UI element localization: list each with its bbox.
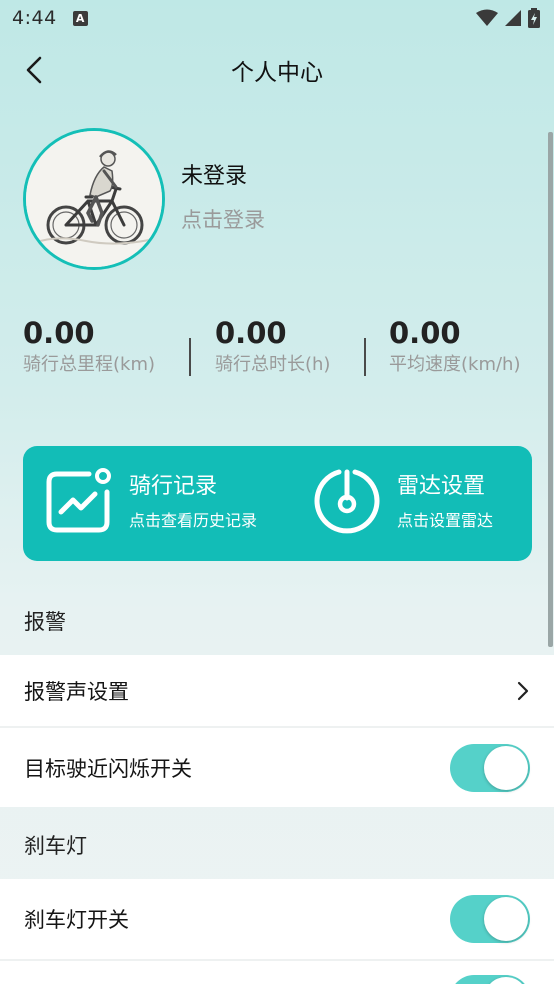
notification-icon: A [72,10,88,26]
status-left: 4:44 A [12,7,88,29]
stat-value: 0.00 [23,316,95,350]
toggle-knob [484,897,528,941]
stat-label: 平均速度(km/h) [389,354,521,375]
login-link[interactable]: 点击登录 [181,204,265,234]
flash-switch-label: 目标驶近闪烁开关 [24,756,192,781]
stat-divider [364,338,366,376]
stat-value: 0.00 [215,316,287,350]
section-title-brake-light: 刹车灯 [24,834,87,858]
scrollbar[interactable] [548,132,553,647]
radar-settings-subtitle: 点击设置雷达 [397,511,494,530]
brake-light-switch-label: 刹车灯开关 [24,908,129,932]
top-app-bar: 个人中心 [0,36,554,104]
status-bar: 4:44 A [0,0,554,36]
wifi-icon [476,9,498,26]
alarm-sound-setting[interactable]: 报警声设置 [0,655,554,726]
quick-actions-card: 骑行记录 点击查看历史记录 雷达设置 点击设置雷达 [23,446,532,561]
profile-section: 未登录 点击登录 [23,128,265,270]
flash-switch-toggle[interactable] [450,743,530,792]
brake-light-switch-toggle[interactable] [450,895,530,943]
avatar[interactable] [23,128,165,270]
stat-divider [189,338,191,376]
status-icons [476,8,540,28]
stat-label: 骑行总里程(km) [23,354,156,375]
cyclist-illustration [26,131,162,267]
back-button[interactable] [14,50,54,90]
toggle-knob [484,745,528,790]
ride-stats: 0.00 骑行总里程(km) 0.00 骑行总时长(h) 0.00 平均速度(k… [23,316,533,406]
alarm-sound-label: 报警声设置 [24,679,129,704]
page-title: 个人中心 [231,60,323,86]
section-title-alarm: 报警 [24,610,66,634]
status-time: 4:44 [12,7,57,29]
radar-settings-button[interactable]: 雷达设置 点击设置雷达 [311,466,493,538]
ride-record-subtitle: 点击查看历史记录 [129,511,258,530]
radar-settings-text: 雷达设置 点击设置雷达 [397,472,493,532]
ride-record-text: 骑行记录 点击查看历史记录 [129,472,257,532]
stat-average-speed: 0.00 平均速度(km/h) [389,316,529,375]
toggle-knob [484,977,528,984]
stat-label: 骑行总时长(h) [215,354,331,375]
battery-icon [528,8,540,28]
chart-icon [43,466,115,538]
flash-switch-setting: 目标驶近闪烁开关 [0,728,554,807]
stat-total-duration: 0.00 骑行总时长(h) [215,316,335,375]
ride-record-title: 骑行记录 [129,474,218,499]
next-setting-toggle[interactable] [450,975,530,984]
chevron-left-icon [26,56,42,84]
radar-icon [311,466,383,538]
radar-settings-title: 雷达设置 [397,474,486,499]
profile-text: 未登录 点击登录 [181,158,265,234]
chevron-right-icon [517,681,529,700]
stat-total-distance: 0.00 骑行总里程(km) [23,316,158,375]
username: 未登录 [181,164,248,189]
ride-record-button[interactable]: 骑行记录 点击查看历史记录 [43,466,257,538]
stat-value: 0.00 [389,316,461,350]
brake-light-switch-setting: 刹车灯开关 [0,879,554,959]
signal-icon [505,10,521,26]
next-setting-row [0,961,554,984]
